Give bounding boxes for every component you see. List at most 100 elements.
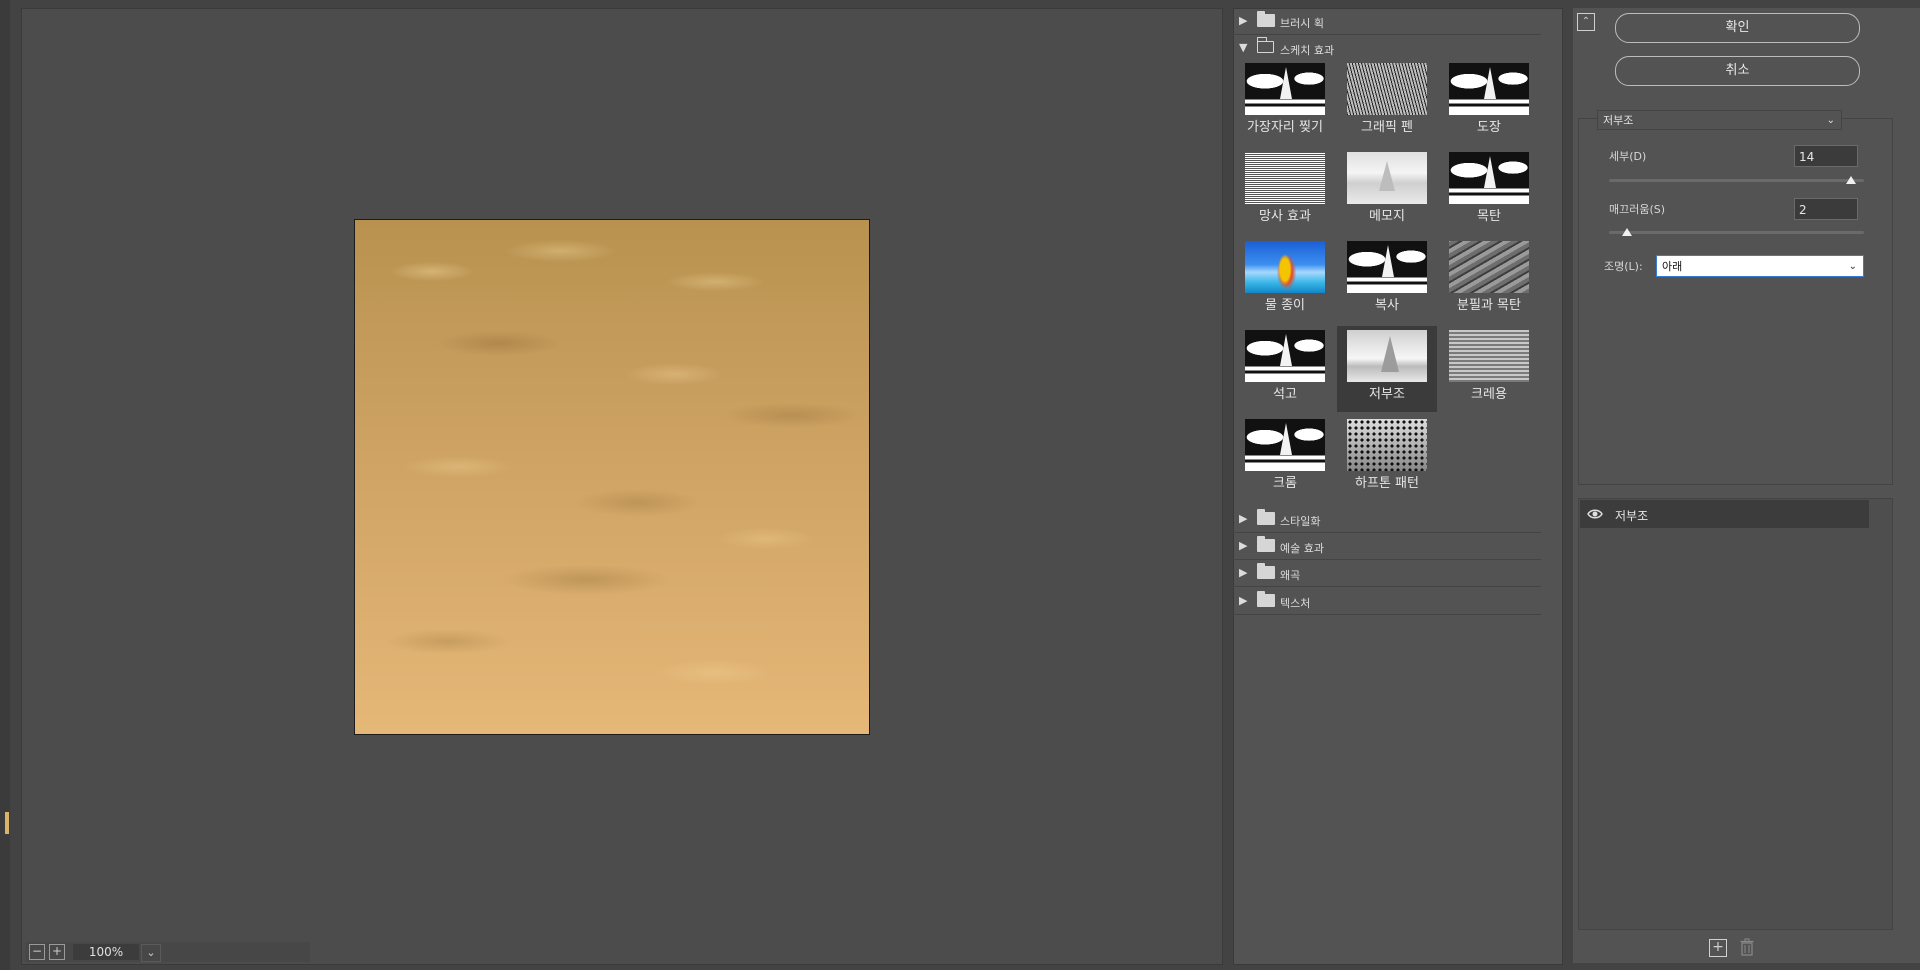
eye-icon[interactable] <box>1587 506 1603 522</box>
filter-thumbnail-image <box>1245 241 1325 293</box>
category-artistic[interactable]: ▶ 예술 효과 <box>1233 533 1541 560</box>
detail-slider-thumb[interactable] <box>1846 176 1857 184</box>
smoothness-slider-thumb[interactable] <box>1621 228 1632 236</box>
filter-thumb-label: 하프톤 패턴 <box>1355 476 1419 491</box>
double-chevron-up-icon: ⌃ <box>1581 16 1591 27</box>
category-label: 스케치 효과 <box>1280 44 1335 57</box>
category-sketch[interactable]: ▼ 스케치 효과 <box>1233 35 1541 61</box>
trash-icon[interactable] <box>1740 938 1754 956</box>
filter-thumbnail-image <box>1347 330 1427 382</box>
filter-thumb-item[interactable]: 저부조 <box>1337 326 1437 412</box>
folder-icon <box>1257 536 1275 552</box>
filter-thumb-label: 메모지 <box>1369 209 1405 224</box>
filter-thumbnail-image <box>1449 241 1529 293</box>
filter-select-value: 저부조 <box>1603 114 1634 127</box>
filter-thumb-item[interactable]: 메모지 <box>1337 148 1437 234</box>
expand-arrow-icon: ▶ <box>1239 539 1248 552</box>
filter-thumb-label: 도장 <box>1477 120 1501 135</box>
filter-thumbnail-image <box>1347 241 1427 293</box>
chevron-down-icon: ⌄ <box>1826 115 1835 126</box>
category-label: 텍스처 <box>1280 597 1311 610</box>
filter-thumb-item[interactable]: 크롬 <box>1235 415 1335 501</box>
lighting-select-value: 아래 <box>1662 260 1683 273</box>
smoothness-slider[interactable] <box>1609 231 1864 234</box>
color-swatch <box>5 812 9 834</box>
filter-thumb-item[interactable]: 석고 <box>1235 326 1335 412</box>
detail-slider[interactable] <box>1609 179 1864 182</box>
zoom-in-button[interactable]: + <box>49 944 65 960</box>
folder-icon <box>1257 11 1275 27</box>
expand-arrow-icon: ▶ <box>1239 594 1248 607</box>
filter-thumbnail-image <box>1449 63 1529 115</box>
plus-square-icon: + <box>1712 939 1724 955</box>
preview-canvas[interactable] <box>354 219 870 735</box>
expand-arrow-icon: ▶ <box>1239 14 1248 27</box>
detail-label: 세부(D) <box>1609 150 1647 163</box>
filter-thumb-label: 목탄 <box>1477 209 1501 224</box>
filter-thumbnail-image <box>1245 63 1325 115</box>
category-stylize[interactable]: ▶ 스타일화 <box>1233 506 1541 533</box>
filter-thumb-label: 저부조 <box>1369 387 1405 402</box>
filter-thumb-item[interactable]: 가장자리 찢기 <box>1235 59 1335 145</box>
filter-thumb-label: 크롬 <box>1273 476 1297 491</box>
collapse-arrow-icon: ▼ <box>1239 41 1248 54</box>
expand-arrow-icon: ▶ <box>1239 512 1248 525</box>
filter-thumb-label: 크레용 <box>1471 387 1507 402</box>
filter-thumbnail-image <box>1245 330 1325 382</box>
lighting-select[interactable]: 아래 ⌄ <box>1656 255 1864 277</box>
filter-thumbnail-image <box>1347 419 1427 471</box>
expand-arrow-icon: ▶ <box>1239 566 1248 579</box>
category-label: 예술 효과 <box>1280 542 1324 555</box>
effect-layer-label: 저부조 <box>1615 509 1649 523</box>
lighting-label: 조명(L): <box>1604 260 1643 273</box>
filter-thumb-label: 가장자리 찢기 <box>1247 120 1323 135</box>
category-label: 브러시 획 <box>1280 17 1324 30</box>
category-distort[interactable]: ▶ 왜곡 <box>1233 560 1541 587</box>
filter-thumbnail-image <box>1449 330 1529 382</box>
filter-thumb-item[interactable]: 하프톤 패턴 <box>1337 415 1437 501</box>
filter-thumb-item[interactable]: 크레용 <box>1439 326 1539 412</box>
filter-thumbnail-image <box>1347 152 1427 204</box>
collapse-gallery-button[interactable]: ⌃ <box>1577 13 1595 31</box>
effect-layers-list <box>1578 498 1893 930</box>
chevron-down-icon: ⌄ <box>1848 261 1857 272</box>
filter-thumbnail-image <box>1245 152 1325 204</box>
filter-thumbnail-image <box>1347 63 1427 115</box>
filter-settings-box <box>1578 118 1893 485</box>
smoothness-input[interactable]: 2 <box>1794 198 1858 220</box>
ok-button[interactable]: 확인 <box>1615 13 1860 43</box>
filter-thumb-item[interactable]: 물 종이 <box>1235 237 1335 323</box>
zoom-dropdown-button[interactable]: ⌄ <box>141 944 161 962</box>
filter-thumb-item[interactable]: 분필과 목탄 <box>1439 237 1539 323</box>
category-label: 왜곡 <box>1280 569 1301 582</box>
filter-thumb-label: 석고 <box>1273 387 1297 402</box>
category-label: 스타일화 <box>1280 515 1321 528</box>
filter-thumbnail-image <box>1245 419 1325 471</box>
zoom-bar <box>25 942 310 962</box>
filter-thumb-item[interactable]: 망사 효과 <box>1235 148 1335 234</box>
folder-open-icon <box>1256 37 1274 53</box>
filter-thumb-item[interactable]: 목탄 <box>1439 148 1539 234</box>
category-brush-strokes[interactable]: ▶ 브러시 획 <box>1233 8 1541 35</box>
filter-thumb-item[interactable]: 도장 <box>1439 59 1539 145</box>
folder-icon <box>1257 591 1275 607</box>
filter-thumb-label: 분필과 목탄 <box>1457 298 1521 313</box>
smoothness-label: 매끄러움(S) <box>1609 203 1666 216</box>
filter-select[interactable]: 저부조 ⌄ <box>1597 110 1842 130</box>
chevron-down-icon: ⌄ <box>146 946 156 959</box>
zoom-level-field[interactable]: 100% <box>73 944 139 960</box>
filter-thumb-label: 복사 <box>1375 298 1399 313</box>
filter-thumb-label: 물 종이 <box>1264 298 1305 313</box>
filter-thumbnail-image <box>1449 152 1529 204</box>
filter-thumb-item[interactable]: 복사 <box>1337 237 1437 323</box>
folder-icon <box>1257 563 1275 579</box>
filter-thumb-label: 그래픽 펜 <box>1361 120 1413 135</box>
cancel-button[interactable]: 취소 <box>1615 56 1860 86</box>
filter-thumb-label: 망사 효과 <box>1259 209 1311 224</box>
zoom-out-button[interactable]: − <box>29 944 45 960</box>
filter-thumb-item[interactable]: 그래픽 펜 <box>1337 59 1437 145</box>
folder-icon <box>1257 509 1275 525</box>
new-effect-layer-button[interactable]: + <box>1709 939 1727 957</box>
category-texture[interactable]: ▶ 텍스처 <box>1233 588 1541 615</box>
detail-input[interactable]: 14 <box>1794 145 1858 167</box>
